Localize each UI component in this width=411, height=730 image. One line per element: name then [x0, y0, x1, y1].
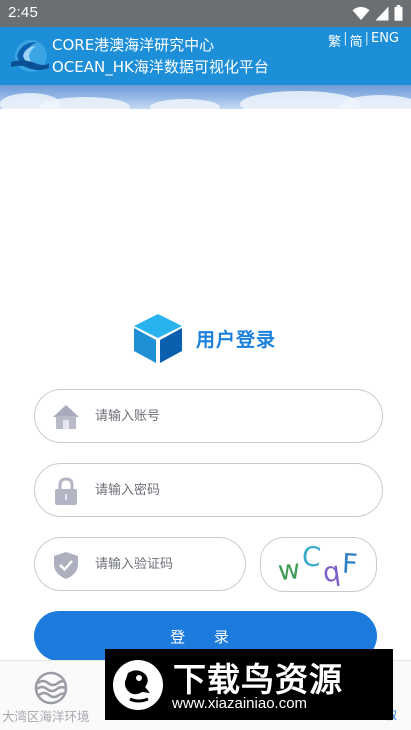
cube-icon	[134, 314, 182, 363]
lock-icon	[55, 477, 77, 505]
watermark-overlay: 下载鸟资源 www.xiazainiao.com	[105, 649, 393, 720]
watermark-url: www.xiazainiao.com	[172, 695, 308, 712]
login-heading: 用户登录	[196, 328, 277, 351]
sky-banner	[0, 85, 411, 109]
lang-separator: |	[364, 31, 369, 46]
bird-logo-icon	[113, 660, 163, 710]
nav-item-marine-environment[interactable]: 大湾区海洋环境	[0, 661, 104, 730]
lang-english[interactable]: ENG	[371, 31, 399, 50]
cloud-shape	[150, 99, 220, 109]
header-title-line1: CORE港澳海洋研究中心	[52, 36, 215, 54]
home-icon	[53, 405, 79, 429]
header-title-line2: OCEAN_HK海洋数据可视化平台	[52, 58, 269, 76]
lang-simplified[interactable]: 简	[350, 31, 363, 50]
waves-icon	[34, 671, 68, 705]
header-title: CORE港澳海洋研究中心 OCEAN_HK海洋数据可视化平台	[52, 34, 269, 78]
password-field	[34, 463, 383, 517]
core-logo-icon	[11, 40, 49, 72]
captcha-image[interactable]: wCqF	[260, 537, 377, 592]
watermark-title: 下载鸟资源	[173, 660, 343, 699]
login-brand: 用户登录	[132, 312, 276, 364]
lang-traditional[interactable]: 繁	[328, 31, 341, 50]
nav-label-marine-environment: 大湾区海洋环境	[2, 709, 90, 724]
password-input[interactable]	[95, 464, 338, 516]
status-time: 2:45	[8, 4, 38, 21]
captcha-input[interactable]	[95, 538, 242, 590]
wifi-icon	[352, 6, 370, 20]
captcha-char: w	[276, 553, 304, 588]
captcha-char: q	[320, 555, 344, 590]
language-switcher: 繁 | 简 | ENG	[328, 31, 399, 50]
lang-separator: |	[343, 31, 348, 46]
shield-check-icon	[54, 552, 78, 579]
captcha-char: F	[340, 548, 361, 581]
username-field	[34, 389, 383, 443]
status-icons	[352, 5, 403, 21]
app-header: CORE港澳海洋研究中心 OCEAN_HK海洋数据可视化平台 繁 | 简 | E…	[0, 27, 411, 85]
captcha-text: wCqF	[276, 541, 361, 589]
captcha-field	[34, 537, 246, 591]
username-input[interactable]	[95, 390, 338, 442]
battery-icon	[394, 5, 403, 21]
status-bar: 2:45	[0, 0, 411, 27]
login-page: 2:45 CORE港澳海洋研究中心 OCEAN_HK海洋数据可视化平台 繁 | …	[0, 0, 411, 730]
cloud-shape	[40, 97, 130, 109]
signal-icon	[375, 6, 389, 20]
